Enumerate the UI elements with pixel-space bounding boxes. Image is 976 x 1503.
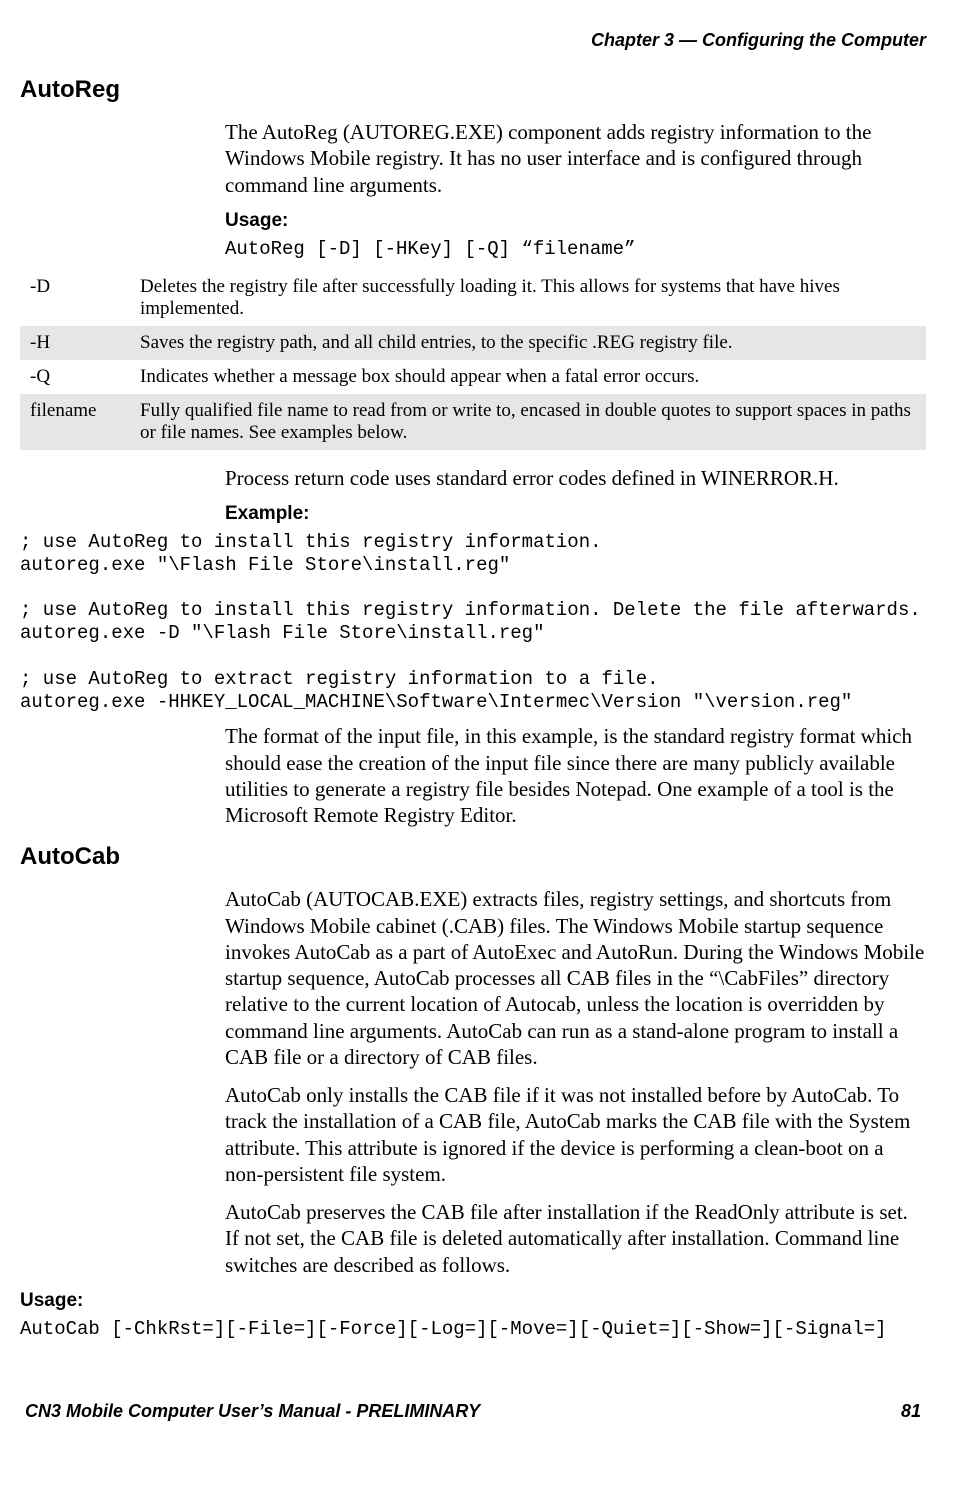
autoreg-example-label: Example: (225, 503, 926, 525)
autocab-para3: AutoCab preserves the CAB file after ins… (225, 1199, 926, 1278)
autocab-heading: AutoCab (20, 843, 926, 871)
option-desc: Indicates whether a message box should a… (130, 360, 926, 394)
autoreg-example-code: ; use AutoReg to install this registry i… (20, 531, 926, 713)
footer-left: CN3 Mobile Computer User’s Manual - PREL… (25, 1401, 480, 1422)
autoreg-after-example: The format of the input file, in this ex… (225, 723, 926, 828)
autoreg-usage-label: Usage: (225, 210, 926, 232)
table-row: filename Fully qualified file name to re… (20, 394, 926, 450)
page-footer: CN3 Mobile Computer User’s Manual - PREL… (20, 1401, 926, 1422)
autocab-para1: AutoCab (AUTOCAB.EXE) extracts files, re… (225, 886, 926, 1070)
option-key: filename (20, 394, 130, 450)
autoreg-usage-code: AutoReg [-D] [-HKey] [-Q] “filename” (225, 238, 926, 260)
running-header: Chapter 3 — Configuring the Computer (20, 30, 926, 51)
table-row: -Q Indicates whether a message box shoul… (20, 360, 926, 394)
option-desc: Fully qualified file name to read from o… (130, 394, 926, 450)
option-key: -Q (20, 360, 130, 394)
autoreg-intro: The AutoReg (AUTOREG.EXE) component adds… (225, 119, 926, 198)
autocab-usage-label: Usage: (20, 1290, 926, 1312)
autoreg-options-table: -D Deletes the registry file after succe… (20, 270, 926, 450)
autocab-usage-code: AutoCab [-ChkRst=][-File=][-Force][-Log=… (20, 1318, 926, 1341)
table-row: -H Saves the registry path, and all chil… (20, 326, 926, 360)
autocab-para2: AutoCab only installs the CAB file if it… (225, 1082, 926, 1187)
autoreg-heading: AutoReg (20, 76, 926, 104)
option-desc: Deletes the registry file after successf… (130, 270, 926, 326)
option-key: -D (20, 270, 130, 326)
option-desc: Saves the registry path, and all child e… (130, 326, 926, 360)
footer-page-number: 81 (901, 1401, 921, 1422)
autoreg-after-table: Process return code uses standard error … (225, 465, 926, 491)
page-content: Chapter 3 — Configuring the Computer Aut… (0, 0, 976, 1452)
table-row: -D Deletes the registry file after succe… (20, 270, 926, 326)
option-key: -H (20, 326, 130, 360)
